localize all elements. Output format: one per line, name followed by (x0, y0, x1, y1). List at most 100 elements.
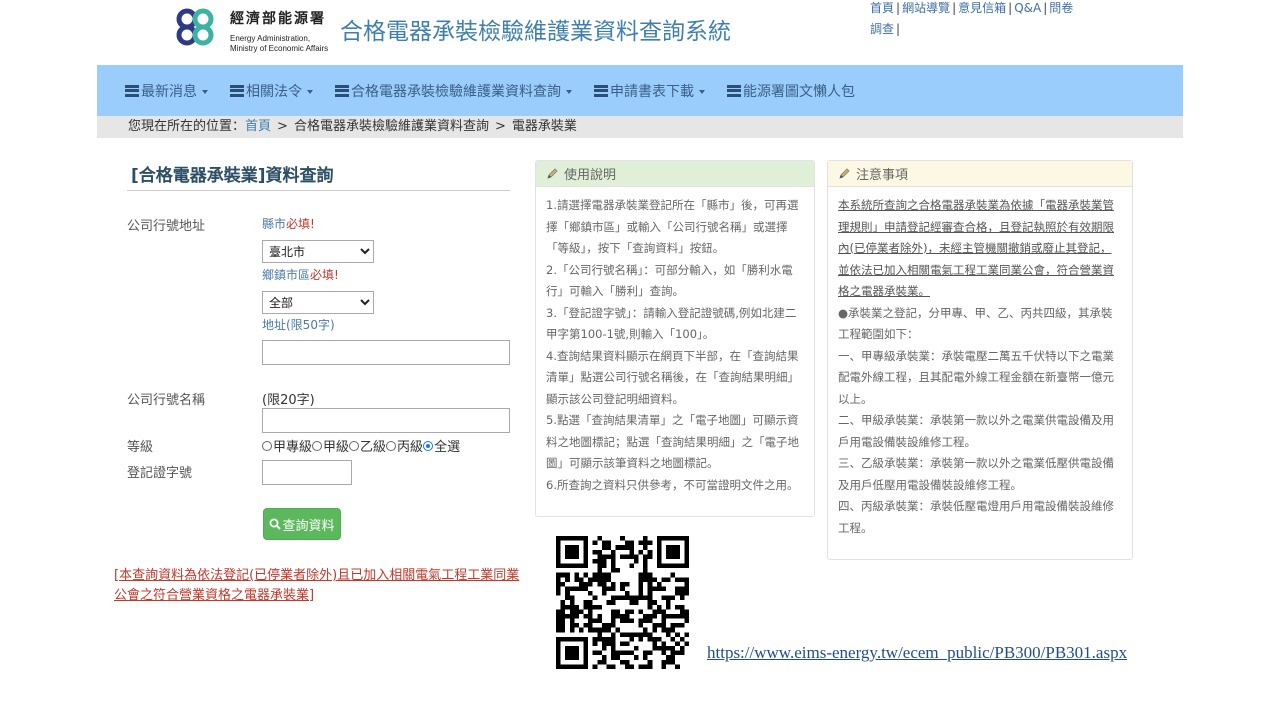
notice-item: 二、甲級承裝業：承裝第一款以外之電業供電設備及用戶用電設備裝設維修工程。 (838, 413, 1114, 449)
qr-code (556, 536, 689, 669)
usage-item: 6.所查詢之資料只供參考，不可當證明文件之用。 (546, 477, 799, 492)
qualification-note: [本查詢資料為依法登記(已停業者除外)且已加入相關電氣工程工業同業公會之符合營業… (114, 568, 520, 603)
pencil-icon (839, 167, 850, 179)
form-title: [合格電器承裝業]資料查詢 (131, 166, 334, 186)
caret-down-icon (202, 89, 208, 94)
notice-main-statement: 本系統所查詢之合格電器承裝業為依據「電器承裝業管理規則」申請登記經審查合格，且登… (838, 198, 1114, 298)
grade-radio-a[interactable] (312, 440, 323, 451)
grade-option-label: 全選 (434, 440, 461, 455)
caret-down-icon (307, 89, 313, 94)
usage-panel-title: 使用說明 (564, 168, 617, 183)
top-link-separator: | (896, 22, 901, 36)
site-title: 合格電器承裝檢驗維護業資料查詢系統 (340, 19, 731, 45)
district-select[interactable]: 全部 (262, 291, 374, 314)
address-input[interactable] (262, 340, 510, 365)
main-nav: 最新消息 相關法令 合格電器承裝檢驗維護業資料查詢 申請書表下載 能源署圖文懶人… (97, 65, 1183, 116)
list-icon (727, 84, 741, 97)
top-link-separator: | (896, 1, 901, 15)
list-icon (594, 84, 608, 97)
top-links: 首頁 | 網站導覽 | 意見信箱 | Q&A | 問卷調查 | (870, 0, 1075, 40)
caret-down-icon (566, 89, 572, 94)
logo-name-zh: 經濟部能源署 (230, 11, 326, 27)
grade-radio-b[interactable] (349, 440, 360, 451)
usage-panel-body: 1.請選擇電器承裝業登記所在「縣市」後，可再選擇「鄉鎮市區」或輸入「公司行號名稱… (536, 187, 814, 504)
company-name-hint: (限20字) (262, 393, 315, 408)
required-mark: 必填! (310, 268, 339, 282)
usage-item: 5.點選「查詢結果清單」之「電子地圖」可顯示資料之地圖標記；點選「查詢結果明細」… (546, 413, 799, 470)
address-label: 公司行號地址 (127, 219, 206, 234)
energy-administration-logo (176, 8, 214, 46)
notice-item: ●承裝業之登記，分甲專、甲、乙、丙共四級，其承裝工程範圍如下： (838, 305, 1113, 342)
usage-panel-header: 使用說明 (536, 161, 814, 187)
nav-label: 能源署圖文懶人包 (743, 83, 855, 100)
nav-label: 合格電器承裝檢驗維護業資料查詢 (351, 83, 561, 100)
breadcrumb-prefix: 您現在所在的位置： (128, 119, 246, 134)
query-button-label: 查詢資料 (282, 518, 335, 534)
registration-label: 登記證字號 (127, 466, 193, 481)
pencil-icon (547, 167, 558, 179)
grade-option-label: 甲專級 (273, 440, 313, 455)
grade-radio-c[interactable] (386, 440, 397, 451)
top-link-home[interactable]: 首頁 (870, 1, 894, 15)
nav-label: 最新消息 (141, 83, 197, 100)
district-label-text: 鄉鎮市區 (262, 268, 311, 282)
logo-name-en: Energy Administration, Ministry of Econo… (230, 34, 328, 54)
address-hint: 地址(限50字) (262, 318, 335, 332)
grade-option-label: 甲級 (323, 440, 350, 455)
notice-panel-title: 注意事項 (856, 168, 909, 183)
usage-item: 2.「公司行號名稱」：可部分輸入，如「勝利水電行」可輸入「勝利」查詢。 (546, 262, 793, 299)
nav-regulations[interactable]: 相關法令 (230, 81, 313, 101)
grade-option-label: 丙級 (397, 440, 424, 455)
list-icon (335, 84, 349, 97)
county-label: 縣市必填! (262, 215, 315, 232)
nav-form-download[interactable]: 申請書表下載 (594, 81, 705, 101)
logo-en-line2: Ministry of Economic Affairs (230, 44, 329, 53)
notice-panel-body: 本系統所查詢之合格電器承裝業為依據「電器承裝業管理規則」申請登記經審查合格，且登… (828, 187, 1132, 547)
grade-radio-all[interactable] (423, 440, 434, 451)
nav-label: 相關法令 (246, 83, 302, 100)
nav-label: 申請書表下載 (610, 83, 694, 100)
breadcrumb-separator: > (494, 119, 506, 134)
query-url-link[interactable]: https://www.eims-energy.tw/ecem_public/P… (707, 643, 1127, 663)
top-link-separator: | (1008, 1, 1013, 15)
nav-infographics[interactable]: 能源署圖文懶人包 (727, 81, 855, 101)
caret-down-icon (699, 89, 705, 94)
logo-text: 經濟部能源署 Energy Administration, Ministry o… (230, 8, 328, 54)
list-icon (230, 84, 244, 97)
breadcrumb-separator: > (277, 119, 288, 134)
top-link-qa[interactable]: Q&A (1014, 1, 1041, 15)
breadcrumb-home-link[interactable]: 首頁 (245, 119, 271, 134)
usage-item: 3.「登記證字號」：請輸入登記證號碼,例如北建二甲字第100-1號,則輸入「10… (546, 305, 797, 342)
company-name-label: 公司行號名稱 (127, 393, 206, 408)
notice-panel-header: 注意事項 (828, 161, 1132, 187)
grade-option-label: 乙級 (360, 440, 387, 455)
notice-item: 四、丙級承裝業：承裝低壓電燈用戶用電設備裝設維修工程。 (838, 499, 1114, 535)
breadcrumb-level2: 電器承裝業 (511, 119, 577, 134)
form-title-divider (127, 190, 510, 191)
top-link-separator: | (1043, 1, 1048, 15)
usage-panel: 使用說明 1.請選擇電器承裝業登記所在「縣市」後，可再選擇「鄉鎮市區」或輸入「公… (535, 160, 815, 517)
search-icon (269, 518, 282, 530)
breadcrumb-level1: 合格電器承裝檢驗維護業資料查詢 (293, 119, 489, 134)
logo-en-line1: Energy Administration, (230, 34, 311, 43)
nav-latest-news[interactable]: 最新消息 (125, 81, 208, 101)
usage-item: 4.查詢結果資料顯示在網頁下半部，在「查詢結果清單」點選公司行號名稱後，在「查詢… (546, 348, 799, 406)
notice-item: 一、甲專級承裝業：承裝電壓二萬五千伏特以下之電業配電外線工程，且其配電外線工程金… (838, 348, 1114, 406)
breadcrumb: 您現在所在的位置：首頁 > 合格電器承裝檢驗維護業資料查詢 > 電器承裝業 (97, 116, 1183, 138)
county-label-text: 縣市 (262, 217, 287, 231)
top-link-feedback[interactable]: 意見信箱 (958, 1, 1006, 15)
top-link-sitemap[interactable]: 網站導覽 (902, 1, 950, 15)
required-mark: 必填! (286, 217, 315, 231)
grade-label: 等級 (127, 440, 154, 455)
county-select[interactable]: 臺北市 (262, 240, 374, 263)
list-icon (125, 84, 139, 97)
notice-panel: 注意事項 本系統所查詢之合格電器承裝業為依據「電器承裝業管理規則」申請登記經審查… (827, 160, 1133, 560)
registration-input[interactable] (262, 460, 352, 485)
query-button[interactable]: 查詢資料 (263, 508, 341, 540)
nav-data-query[interactable]: 合格電器承裝檢驗維護業資料查詢 (335, 81, 572, 101)
district-label: 鄉鎮市區必填! (262, 266, 339, 283)
company-name-input[interactable] (262, 408, 510, 433)
grade-radio-a-special[interactable] (262, 440, 272, 451)
grade-radio-group: 甲專級 甲級 乙級 丙級 全選 (262, 436, 460, 455)
usage-item: 1.請選擇電器承裝業登記所在「縣市」後，可再選擇「鄉鎮市區」或輸入「公司行號名稱… (546, 198, 799, 255)
